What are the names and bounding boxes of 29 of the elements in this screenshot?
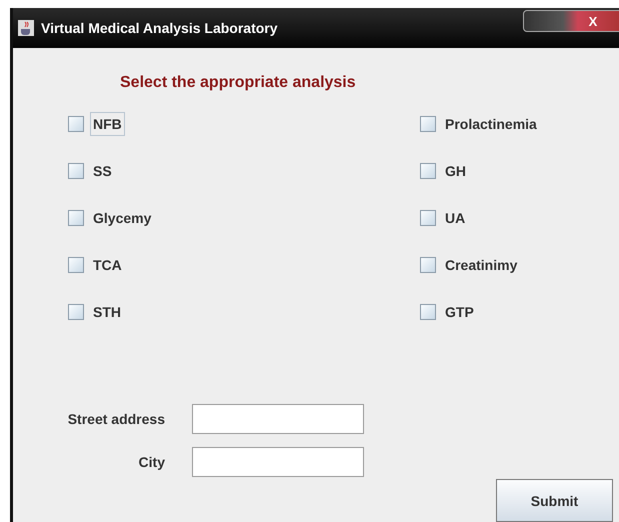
checkbox[interactable] bbox=[420, 304, 436, 320]
checkbox[interactable] bbox=[68, 116, 84, 132]
java-cup-icon bbox=[17, 19, 35, 37]
checkbox[interactable] bbox=[68, 304, 84, 320]
field-label: Street address bbox=[66, 411, 165, 427]
input-field[interactable] bbox=[192, 404, 364, 434]
submit-button[interactable]: Submit bbox=[496, 479, 613, 522]
heading: Select the appropriate analysis bbox=[120, 74, 356, 92]
checkbox-label[interactable]: SS bbox=[90, 159, 115, 183]
checkbox-label[interactable]: STH bbox=[90, 300, 124, 324]
checkbox[interactable] bbox=[68, 210, 84, 226]
checkbox-label[interactable]: Glycemy bbox=[90, 206, 154, 230]
checkbox-label[interactable]: GTP bbox=[442, 300, 477, 324]
input-field[interactable] bbox=[192, 447, 364, 477]
checkbox-label[interactable]: TCA bbox=[90, 253, 125, 277]
checkbox-label[interactable]: Prolactinemia bbox=[442, 112, 540, 136]
checkbox-label[interactable]: NFB bbox=[90, 112, 125, 136]
checkbox[interactable] bbox=[420, 257, 436, 273]
checkbox[interactable] bbox=[68, 257, 84, 273]
checkbox-label[interactable]: UA bbox=[442, 206, 468, 230]
field-label: City bbox=[138, 454, 165, 470]
checkbox[interactable] bbox=[68, 163, 84, 179]
checkbox[interactable] bbox=[420, 163, 436, 179]
checkbox[interactable] bbox=[420, 116, 436, 132]
checkbox[interactable] bbox=[420, 210, 436, 226]
checkbox-label[interactable]: GH bbox=[442, 159, 469, 183]
checkbox-label[interactable]: Creatinimy bbox=[442, 253, 520, 277]
close-button[interactable]: X bbox=[523, 10, 619, 32]
window-title: Virtual Medical Analysis Laboratory bbox=[41, 20, 278, 36]
